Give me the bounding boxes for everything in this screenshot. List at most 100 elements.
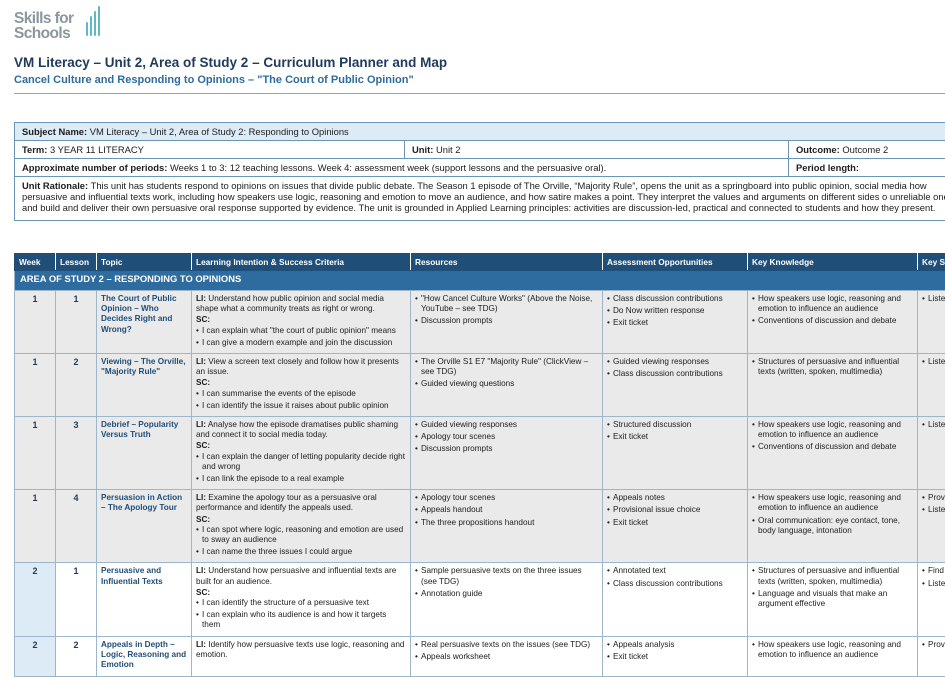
list-item: Exit ticket: [607, 518, 743, 528]
key-knowledge-cell: How speakers use logic, reasoning and em…: [748, 636, 918, 676]
list-item: Conventions of discussion and debate: [752, 442, 913, 452]
list-item: How speakers use logic, reasoning and em…: [752, 640, 913, 660]
curriculum-planner-table: Week Lesson Topic Learning Intention & S…: [14, 253, 945, 677]
list-item: Liste: [922, 294, 945, 304]
list-item: Annotation guide: [415, 589, 598, 599]
li-text: Understand how public opinion and social…: [196, 294, 384, 313]
topic-cell: Viewing – The Orville, "Majority Rule": [97, 354, 192, 417]
key-skills-cell: Prov: [918, 636, 945, 676]
list-item: Liste: [922, 420, 945, 430]
rationale-text: This unit has students respond to opinio…: [22, 180, 945, 213]
table-header-row: Week Lesson Topic Learning Intention & S…: [15, 254, 945, 271]
logo-bars-icon: [86, 6, 102, 36]
success-criteria-list: I can identify the structure of a persua…: [196, 598, 406, 631]
subject-row: Subject Name: VM Literacy – Unit 2, Area…: [15, 123, 945, 141]
list-item: Liste: [922, 505, 945, 515]
key-knowledge-list: How speakers use logic, reasoning and em…: [752, 640, 913, 660]
list-item: Appeals worksheet: [415, 652, 598, 662]
assessment-cell: Annotated textClass discussion contribut…: [603, 563, 748, 636]
table-row: 22Appeals in Depth – Logic, Reasoning an…: [15, 636, 945, 676]
assessment-list: Structured discussionExit ticket: [607, 420, 743, 442]
assessment-cell: Structured discussionExit ticket: [603, 417, 748, 490]
list-item: Liste: [922, 357, 945, 367]
learning-intention-cell: LI: Examine the apology tour as a persua…: [192, 490, 411, 563]
outcome-value: Outcome 2: [842, 144, 888, 155]
term-row: Term: 3 YEAR 11 LITERACY Unit: Unit 2 Ou…: [15, 141, 945, 159]
term-label: Term:: [22, 144, 47, 155]
li-label: LI:: [196, 420, 206, 429]
list-item: Structures of persuasive and influential…: [752, 357, 913, 377]
table-row: 14Persuasion in Action – The Apology Tou…: [15, 490, 945, 563]
key-skills-cell: FindListe: [918, 563, 945, 636]
subject-cell: Subject Name: VM Literacy – Unit 2, Area…: [15, 123, 356, 140]
topic-cell: Persuasion in Action – The Apology Tour: [97, 490, 192, 563]
subject-label: Subject Name:: [22, 126, 87, 137]
skills-for-schools-logo: Skills for Schools: [14, 6, 114, 46]
term-value: 3 YEAR 11 LITERACY: [50, 144, 144, 155]
header-resources: Resources: [411, 254, 603, 271]
li-text: Identify how persuasive texts use logic,…: [196, 640, 404, 659]
subject-value: VM Literacy – Unit 2, Area of Study 2: R…: [90, 126, 349, 137]
section-row: AREA OF STUDY 2 – RESPONDING TO OPINIONS: [15, 271, 945, 291]
rationale-cell: Unit Rationale: This unit has students r…: [15, 177, 945, 220]
list-item: Provisional issue choice: [607, 505, 743, 515]
li-text: Analyse how the episode dramatises publi…: [196, 420, 398, 439]
key-knowledge-cell: How speakers use logic, reasoning and em…: [748, 417, 918, 490]
li-text: View a screen text closely and follow ho…: [196, 357, 399, 376]
learning-intention-cell: LI: Understand how public opinion and so…: [192, 291, 411, 354]
logo-text: Skills for Schools: [14, 11, 73, 41]
li-text: Understand how persuasive and influentia…: [196, 566, 396, 585]
header-assessment: Assessment Opportunities: [603, 254, 748, 271]
assessment-list: Appeals notesProvisional issue choiceExi…: [607, 493, 743, 528]
li-label: LI:: [196, 493, 206, 502]
lesson-cell: 1: [56, 563, 97, 636]
list-item: How speakers use logic, reasoning and em…: [752, 420, 913, 440]
period-length-cell: Period length:: [789, 159, 945, 176]
list-item: I can explain who its audience is and ho…: [196, 610, 406, 630]
learning-intention-cell: LI: Understand how persuasive and influe…: [192, 563, 411, 636]
list-item: How speakers use logic, reasoning and em…: [752, 294, 913, 314]
resources-list: Real persuasive texts on the issues (see…: [415, 640, 598, 662]
term-cell: Term: 3 YEAR 11 LITERACY: [15, 141, 405, 158]
key-knowledge-list: How speakers use logic, reasoning and em…: [752, 493, 913, 536]
logo-line-2: Schools: [14, 26, 73, 41]
key-knowledge-cell: Structures of persuasive and influential…: [748, 563, 918, 636]
resources-list: Sample persuasive texts on the three iss…: [415, 566, 598, 599]
outcome-cell: Outcome: Outcome 2: [789, 141, 945, 158]
key-skills-list: FindListe: [922, 566, 945, 588]
lesson-cell: 2: [56, 354, 97, 417]
unit-cell: Unit: Unit 2: [405, 141, 789, 158]
topic-cell: The Court of Public Opinion – Who Decide…: [97, 291, 192, 354]
list-item: The three propositions handout: [415, 518, 598, 528]
list-item: Exit ticket: [607, 432, 743, 442]
resources-cell: Guided viewing responsesApology tour sce…: [411, 417, 603, 490]
week-cell: 1: [15, 417, 56, 490]
list-item: Discussion prompts: [415, 444, 598, 454]
list-item: Exit ticket: [607, 318, 743, 328]
li-text: Examine the apology tour as a persuasive…: [196, 493, 377, 512]
unit-value: Unit 2: [436, 144, 461, 155]
topic-cell: Appeals in Depth – Logic, Reasoning and …: [97, 636, 192, 676]
lesson-cell: 1: [56, 291, 97, 354]
list-item: Guided viewing responses: [415, 420, 598, 430]
lesson-cell: 2: [56, 636, 97, 676]
sc-label: SC:: [196, 588, 406, 598]
key-knowledge-cell: How speakers use logic, reasoning and em…: [748, 291, 918, 354]
key-skills-list: Liste: [922, 420, 945, 430]
key-skills-cell: Liste: [918, 291, 945, 354]
li-label: LI:: [196, 566, 206, 575]
learning-intention: LI: View a screen text closely and follo…: [196, 357, 406, 377]
resources-cell: "How Cancel Culture Works" (Above the No…: [411, 291, 603, 354]
topic-cell: Debrief – Popularity Versus Truth: [97, 417, 192, 490]
li-label: LI:: [196, 357, 206, 366]
resources-list: "How Cancel Culture Works" (Above the No…: [415, 294, 598, 327]
list-item: Structures of persuasive and influential…: [752, 566, 913, 586]
key-skills-cell: Liste: [918, 354, 945, 417]
periods-label: Approximate number of periods:: [22, 162, 167, 173]
topic-cell: Persuasive and Influential Texts: [97, 563, 192, 636]
learning-intention: LI: Understand how public opinion and so…: [196, 294, 406, 314]
resources-list: Guided viewing responsesApology tour sce…: [415, 420, 598, 455]
periods-cell: Approximate number of periods: Weeks 1 t…: [15, 159, 789, 176]
header-week: Week: [15, 254, 56, 271]
list-item: Appeals handout: [415, 505, 598, 515]
